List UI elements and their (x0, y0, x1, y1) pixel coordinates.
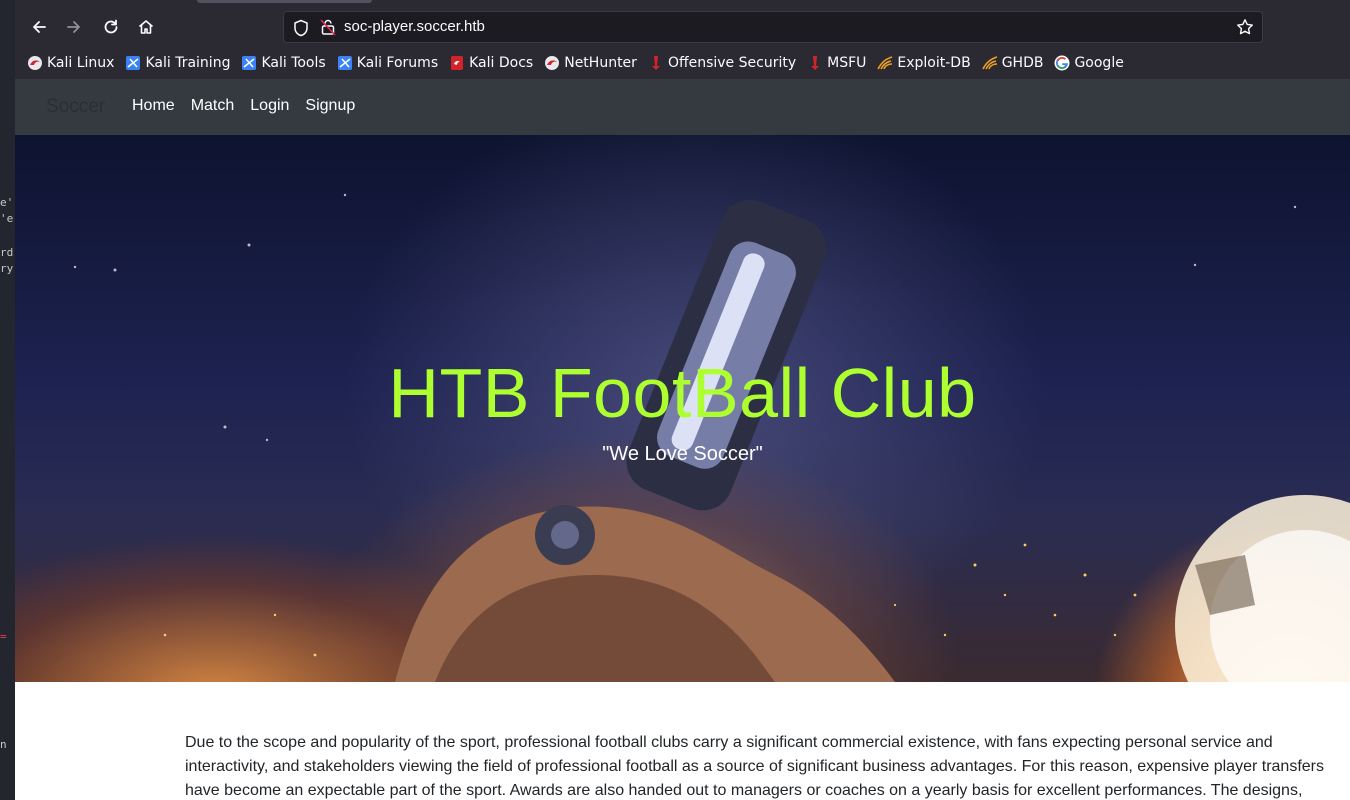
reload-button[interactable] (96, 12, 126, 42)
bookmark-nethunter[interactable]: NetHunter (544, 55, 637, 71)
home-icon (138, 20, 154, 34)
back-button[interactable] (24, 12, 54, 42)
bookmark-google[interactable]: Google (1054, 55, 1124, 71)
forward-button[interactable] (59, 12, 89, 42)
hero-title: HTB FootBall Club (388, 354, 977, 432)
bookmark-label: GHDB (1001, 55, 1044, 71)
paragraph-line: interactivity, and stakeholders viewing … (185, 758, 1324, 775)
arrow-left-icon (33, 21, 46, 33)
bookmark-kali-forums[interactable]: Kali Forums (337, 55, 438, 71)
hero-banner: HTB FootBall Club "We Love Soccer" (15, 135, 1350, 682)
bookmark-label: Kali Tools (261, 55, 326, 71)
background-terminal-edge: e' 'e rd ry = n (0, 0, 15, 800)
bookmark-ghdb[interactable]: GHDB (981, 55, 1044, 71)
paragraph-line: Due to the scope and popularity of the s… (185, 734, 1273, 751)
bookmark-kali-linux[interactable]: Kali Linux (27, 55, 114, 71)
arrow-right-icon (67, 21, 80, 33)
nav-signup[interactable]: Signup (305, 97, 355, 115)
exploit-db-icon (877, 56, 893, 70)
reload-icon (104, 19, 118, 34)
bookmark-label: Kali Forums (356, 55, 439, 71)
bookmark-label: Kali Linux (47, 55, 115, 71)
kali-tools-icon (242, 56, 257, 70)
bookmark-label: MSFU (827, 55, 867, 71)
bookmark-label: Offensive Security (667, 55, 797, 71)
intro-paragraph: Due to the scope and popularity of the s… (185, 731, 1335, 800)
bookmark-label: NetHunter (564, 55, 637, 71)
paragraph-line: have become an expectable part of the sp… (185, 782, 1303, 799)
tracking-shield-icon[interactable] (293, 19, 309, 37)
msfu-icon (811, 56, 820, 70)
nav-home[interactable]: Home (132, 97, 175, 115)
nethunter-icon (545, 56, 560, 70)
bookmark-kali-training[interactable]: Kali Training (125, 55, 230, 71)
nav-login[interactable]: Login (250, 97, 289, 115)
bookmark-label: Exploit-DB (897, 55, 971, 71)
nav-match[interactable]: Match (191, 97, 235, 115)
nav-links: Home Match Login Signup (132, 97, 371, 115)
active-tab-indicator (197, 0, 372, 3)
bookmark-msfu[interactable]: MSFU (807, 55, 866, 71)
bookmark-star-icon[interactable] (1236, 18, 1254, 36)
bookmarks-bar: Kali Linux Kali Training Kali Tools Kali… (27, 50, 1135, 76)
hero-subtitle: "We Love Soccer" (602, 443, 763, 465)
bookmark-label: Kali Training (145, 55, 231, 71)
bookmark-offensive-security[interactable]: Offensive Security (648, 55, 796, 71)
bookmark-exploit-db[interactable]: Exploit-DB (877, 55, 971, 71)
kali-training-icon (126, 56, 141, 70)
site-brand[interactable]: Soccer (46, 96, 105, 118)
site-navbar: Soccer Home Match Login Signup (15, 79, 1350, 135)
bookmark-kali-docs[interactable]: Kali Docs (449, 55, 533, 71)
bookmark-kali-tools[interactable]: Kali Tools (241, 55, 326, 71)
bookmark-label: Kali Docs (469, 55, 534, 71)
kali-docs-icon (451, 56, 464, 70)
address-bar[interactable]: soc-player.soccer.htb (283, 11, 1263, 43)
kali-forums-icon (337, 56, 352, 70)
offsec-icon (651, 56, 660, 70)
insecure-lock-icon[interactable] (320, 18, 336, 36)
google-icon (1054, 55, 1070, 71)
browser-toolbar: soc-player.soccer.htb Kali Linux Kali Tr… (15, 0, 1350, 79)
web-page: Soccer Home Match Login Signup HTB FootB… (15, 79, 1350, 800)
home-button[interactable] (131, 12, 161, 42)
ghdb-icon (981, 56, 997, 70)
url-text[interactable]: soc-player.soccer.htb (344, 18, 485, 35)
kali-dragon-icon (28, 56, 42, 70)
bookmark-label: Google (1074, 55, 1124, 71)
